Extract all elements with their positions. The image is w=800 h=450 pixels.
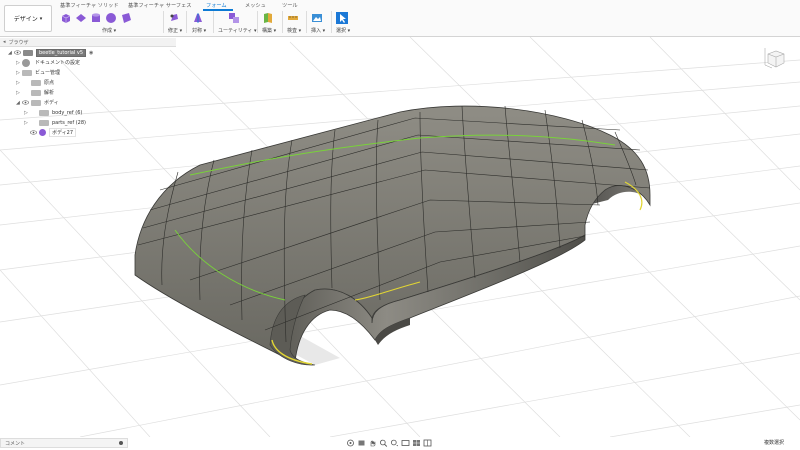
pan-hand-icon[interactable]: [368, 439, 377, 447]
modify-group: 修正 ▾: [168, 10, 182, 36]
eye-icon[interactable]: [22, 100, 29, 105]
workspace-switcher[interactable]: デザイン ▾: [4, 5, 52, 32]
box-form-icon[interactable]: [60, 12, 72, 24]
construct-plane-icon[interactable]: [262, 12, 274, 24]
folder-icon: [31, 99, 41, 106]
main-toolbar: デザイン ▾ 基準フィーチャ ソリッド 基準フィーチャ サーフェス フォーム メ…: [0, 0, 800, 37]
3d-viewport[interactable]: [0, 37, 800, 437]
select-cursor-icon[interactable]: [336, 11, 348, 24]
tree-item-label: ドキュメントの設定: [35, 60, 81, 66]
target-icon[interactable]: ◉: [89, 50, 93, 56]
tree-item-label: parts_ref (28): [52, 119, 86, 126]
symmetry-icon[interactable]: [192, 12, 204, 24]
tspline-body-icon: [39, 129, 46, 136]
tree-item-label: ビュー管理: [35, 70, 61, 76]
eye-icon[interactable]: [14, 50, 21, 55]
look-at-icon[interactable]: [357, 439, 366, 447]
chevron-down-icon: ▾: [39, 15, 43, 22]
comments-panel[interactable]: コメント: [0, 438, 128, 448]
inspect-group-label[interactable]: 検査 ▾: [287, 27, 301, 34]
folder-icon: [39, 109, 49, 116]
tab-mesh[interactable]: メッシュ: [245, 2, 266, 9]
display-settings-icon[interactable]: [401, 439, 410, 447]
utility-group-label[interactable]: ユーティリティ ▾: [218, 27, 257, 34]
tree-item-analysis[interactable]: ▷ 解析: [16, 88, 54, 97]
edit-form-icon[interactable]: [168, 12, 180, 24]
tree-item-label: body_ref (6): [52, 109, 83, 116]
expand-arrow-icon[interactable]: ▷: [16, 80, 22, 86]
plane-form-icon[interactable]: [75, 12, 87, 24]
tree-item-settings[interactable]: ▷ ドキュメントの設定: [16, 58, 80, 67]
tree-root-label: beetle_tutorial v5: [36, 48, 87, 57]
symmetry-group-label[interactable]: 対称 ▾: [192, 27, 206, 34]
tree-item-body27[interactable]: ボディ27: [30, 128, 77, 137]
sphere-form-icon[interactable]: [105, 12, 117, 24]
folder-icon: [31, 89, 41, 96]
folder-icon: [39, 119, 49, 126]
select-group-label[interactable]: 選択 ▾: [336, 27, 350, 34]
tree-item-label: 解析: [44, 90, 55, 96]
navigation-bar: [346, 438, 432, 448]
browser-title: ブラウザ: [8, 39, 29, 46]
utility-group: ユーティリティ ▾: [218, 10, 257, 36]
create-group: 作成 ▾: [60, 10, 132, 36]
component-icon: [23, 49, 33, 56]
viewports-icon[interactable]: [423, 439, 432, 447]
tree-item-parts-ref[interactable]: ▷ parts_ref (28): [24, 118, 86, 127]
expand-arrow-icon[interactable]: ▷: [16, 90, 22, 96]
tab-surface[interactable]: 基準フィーチャ サーフェス: [128, 2, 191, 9]
zoom-icon[interactable]: [379, 439, 388, 447]
measure-icon[interactable]: [287, 12, 299, 24]
gear-icon: [22, 58, 30, 67]
tree-item-label: 原点: [44, 80, 55, 86]
orbit-icon[interactable]: [346, 439, 355, 447]
tree-item-label: ボディ27: [49, 128, 77, 137]
selection-status: 複数選択: [764, 440, 785, 446]
viewcube[interactable]: [762, 45, 788, 71]
tree-item-bodies[interactable]: ◢ ボディ: [16, 98, 59, 107]
modify-group-label[interactable]: 修正 ▾: [168, 27, 182, 34]
create-group-label[interactable]: 作成 ▾: [102, 27, 116, 34]
workspace-label: デザイン: [13, 16, 38, 23]
grid-settings-icon[interactable]: [412, 439, 421, 447]
tab-solid[interactable]: 基準フィーチャ ソリッド: [60, 2, 119, 9]
tree-item-views[interactable]: ▷ ビュー管理: [16, 68, 60, 77]
tree-item-label: ボディ: [44, 100, 59, 106]
add-comment-icon[interactable]: [119, 441, 123, 445]
insert-group-label[interactable]: 挿入 ▾: [311, 27, 325, 34]
utility-icon[interactable]: [228, 12, 240, 24]
construct-group: 構築 ▾: [262, 10, 276, 36]
comments-label: コメント: [5, 440, 26, 447]
select-group: 選択 ▾: [336, 10, 350, 36]
cylinder-form-icon[interactable]: [90, 12, 102, 24]
tab-tools[interactable]: ツール: [282, 2, 298, 9]
eye-icon[interactable]: [30, 130, 37, 135]
torus-form-icon[interactable]: [120, 12, 132, 24]
construct-group-label[interactable]: 構築 ▾: [262, 27, 276, 34]
zoom-window-icon[interactable]: [390, 439, 399, 447]
tree-item-origin[interactable]: ▷ 原点: [16, 78, 54, 87]
symmetry-group: 対称 ▾: [192, 10, 206, 36]
expand-arrow-icon[interactable]: ▷: [24, 120, 30, 126]
inspect-group: 検査 ▾: [287, 10, 301, 36]
collapse-icon[interactable]: ◂: [3, 39, 6, 45]
tree-item-body-ref[interactable]: ▷ body_ref (6): [24, 108, 82, 117]
tree-root[interactable]: ◢ beetle_tutorial v5 ◉: [8, 48, 93, 57]
tab-form[interactable]: フォーム: [206, 2, 227, 9]
folder-icon: [31, 79, 41, 86]
folder-icon: [22, 69, 32, 76]
insert-group: 挿入 ▾: [311, 10, 325, 36]
browser-header[interactable]: ◂ ブラウザ: [0, 38, 176, 47]
expand-arrow-icon[interactable]: ▷: [24, 110, 30, 116]
insert-image-icon[interactable]: [311, 12, 323, 24]
